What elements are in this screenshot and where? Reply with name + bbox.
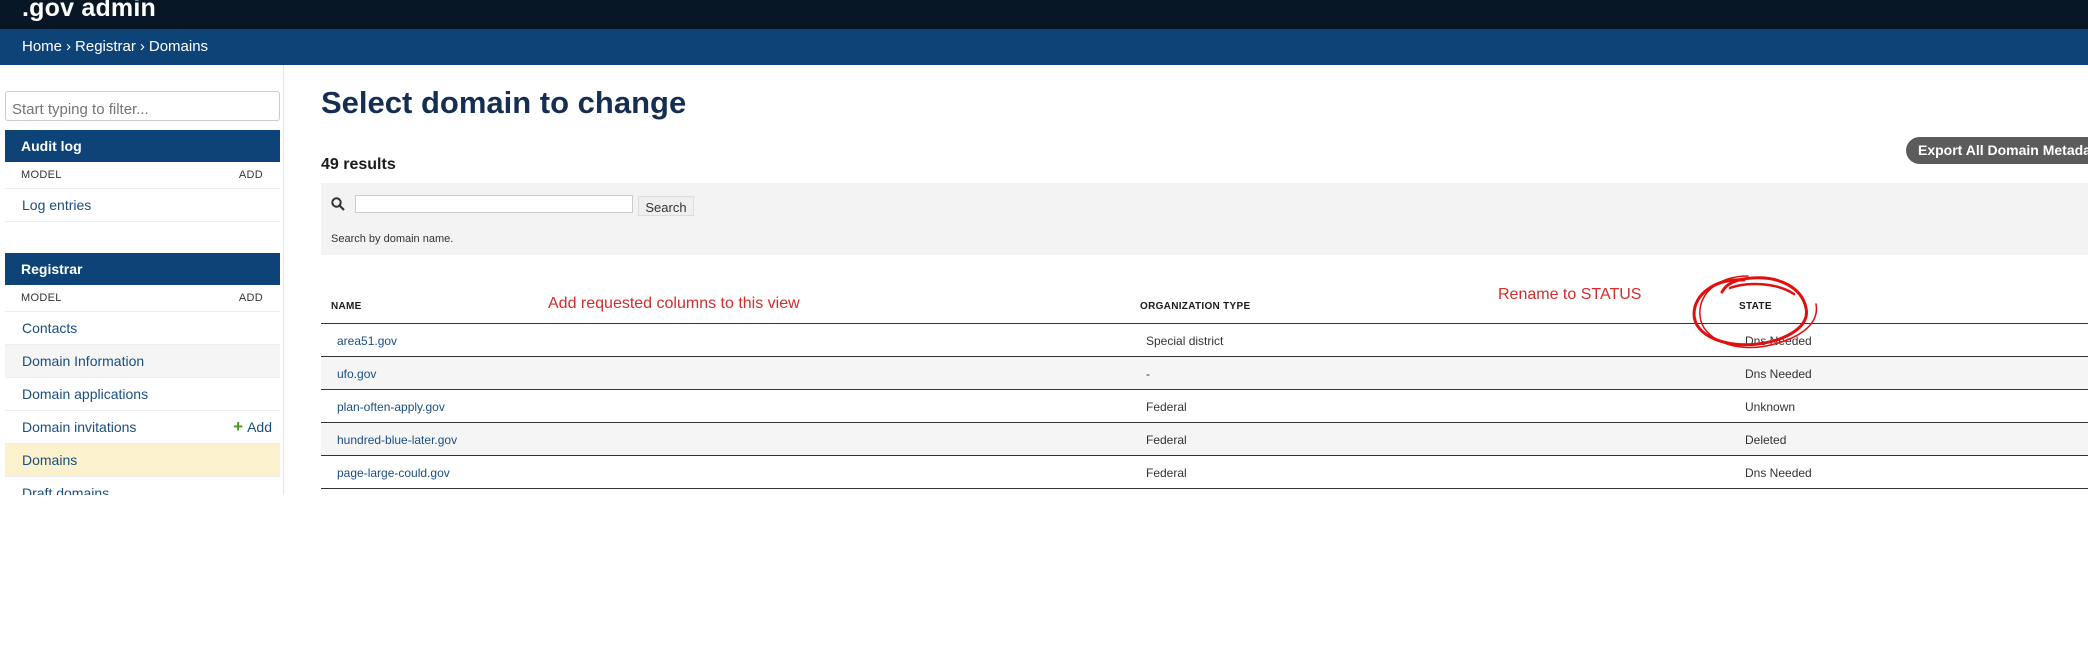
domain-name-link[interactable]: hundred-blue-later.gov: [337, 433, 457, 447]
add-label: ADD: [238, 292, 263, 304]
add-label: ADD: [238, 169, 263, 181]
module-title[interactable]: Audit log: [5, 130, 280, 162]
model-label: MODEL: [21, 292, 62, 304]
module-subheader: MODEL ADD: [5, 285, 280, 312]
search-icon: [331, 197, 345, 211]
site-brand[interactable]: .gov admin: [22, 0, 156, 23]
model-label: MODEL: [21, 169, 62, 181]
domain-name-link[interactable]: area51.gov: [337, 334, 397, 348]
plus-icon: +: [233, 417, 244, 436]
sidebar-item-domains[interactable]: Domains: [5, 444, 280, 477]
sidebar-item-label[interactable]: Domain invitations: [22, 419, 136, 435]
search-help-text: Search by domain name.: [331, 233, 454, 245]
sidebar-item-label[interactable]: Log entries: [22, 197, 91, 213]
module-registrar: Registrar MODEL ADD Contacts Domain Info…: [5, 253, 280, 495]
domain-name-link[interactable]: plan-often-apply.gov: [337, 400, 445, 414]
add-link-label[interactable]: Add: [247, 419, 272, 435]
breadcrumb-home[interactable]: Home: [22, 38, 62, 55]
state-cell: Dns Needed: [1745, 466, 1812, 480]
table-row: hundred-blue-later.gov Federal Deleted: [321, 423, 2088, 456]
breadcrumb-separator: ›: [66, 38, 72, 55]
state-cell: Dns Needed: [1745, 367, 1812, 381]
breadcrumb-registrar[interactable]: Registrar: [75, 38, 136, 55]
page-title: Select domain to change: [321, 85, 687, 120]
search-button[interactable]: Search: [638, 196, 694, 216]
breadcrumb: Home › Registrar › Domains: [0, 29, 2088, 65]
table-row: plan-often-apply.gov Federal Unknown: [321, 390, 2088, 423]
sidebar-item-label[interactable]: Draft domains: [22, 485, 109, 495]
export-button[interactable]: Export All Domain Metadata: [1906, 137, 2088, 164]
module-subheader: MODEL ADD: [5, 162, 280, 189]
organization-type-cell: Federal: [1146, 433, 1187, 447]
sidebar-item-contacts[interactable]: Contacts: [5, 312, 280, 345]
search-bar: Search Search by domain name.: [321, 183, 2088, 255]
annotation-add-columns: Add requested columns to this view: [548, 295, 800, 312]
top-header: .gov admin: [0, 0, 2088, 29]
add-domain-invitation-link[interactable]: + Add: [233, 417, 272, 437]
sidebar-item-draft-domains[interactable]: Draft domains: [5, 477, 280, 495]
annotation-circle: [1692, 275, 1818, 349]
search-input[interactable]: [355, 195, 633, 213]
module-audit-log: Audit log MODEL ADD Log entries: [5, 130, 280, 222]
organization-type-cell: Federal: [1146, 466, 1187, 480]
column-header-organization-type[interactable]: ORGANIZATION TYPE: [1140, 301, 1250, 312]
organization-type-cell: Federal: [1146, 400, 1187, 414]
breadcrumb-current: Domains: [148, 38, 209, 55]
results-count: 49 results: [321, 156, 396, 173]
state-cell: Unknown: [1745, 400, 1796, 414]
sidebar-filter-input[interactable]: [5, 91, 280, 121]
annotation-rename-status: Rename to STATUS: [1498, 286, 1642, 303]
breadcrumb-separator: ›: [139, 38, 145, 55]
column-header-name[interactable]: NAME: [331, 301, 362, 312]
sidebar-nav: Audit log MODEL ADD Log entries Registra…: [0, 65, 284, 495]
state-cell: Deleted: [1745, 433, 1787, 447]
sidebar-item-label[interactable]: Domain Information: [22, 353, 144, 369]
sidebar-item-domain-information[interactable]: Domain Information: [5, 345, 280, 378]
sidebar-item-label[interactable]: Domain applications: [22, 386, 148, 402]
sidebar-item-domain-applications[interactable]: Domain applications: [5, 378, 280, 411]
domain-name-link[interactable]: page-large-could.gov: [337, 466, 450, 480]
domain-name-link[interactable]: ufo.gov: [337, 367, 376, 381]
sidebar-item-label[interactable]: Domains: [22, 452, 77, 468]
module-title[interactable]: Registrar: [5, 253, 280, 285]
sidebar-item-log-entries[interactable]: Log entries: [5, 189, 280, 222]
organization-type-cell: Special district: [1146, 334, 1224, 348]
table-row: page-large-could.gov Federal Dns Needed: [321, 456, 2088, 489]
table-row: ufo.gov - Dns Needed: [321, 357, 2088, 390]
sidebar-item-label[interactable]: Contacts: [22, 320, 77, 336]
organization-type-cell: -: [1146, 367, 1150, 381]
sidebar-item-domain-invitations[interactable]: Domain invitations + Add: [5, 411, 280, 444]
